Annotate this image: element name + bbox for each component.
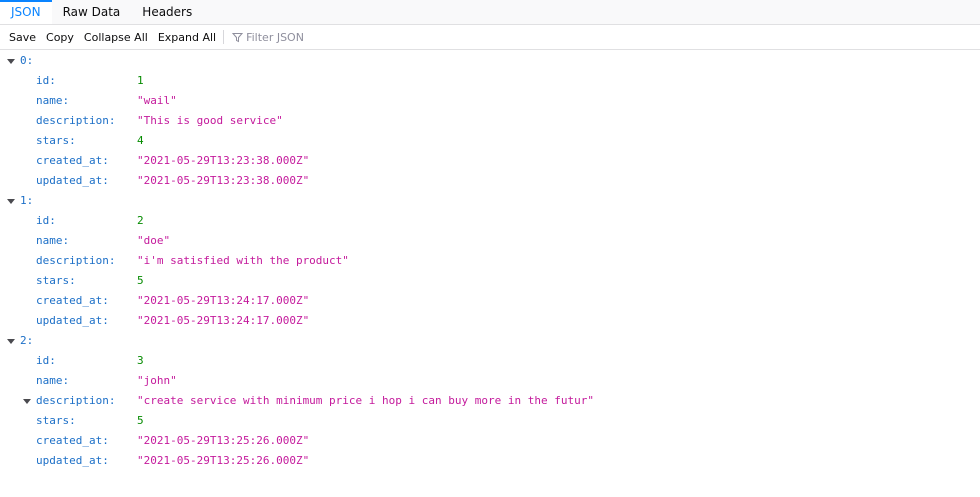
field-key: stars: <box>36 134 76 147</box>
field-key: name: <box>36 374 70 387</box>
field-value: "2021-05-29T13:24:17.000Z" <box>137 294 310 307</box>
field-key: updated_at: <box>36 454 109 467</box>
field-row: updated_at: "2021-05-29T13:23:38.000Z" <box>0 171 980 191</box>
filter-funnel-icon <box>232 32 244 42</box>
field-key: id: <box>36 354 56 367</box>
record-index: 1: <box>20 194 34 207</box>
field-key: stars: <box>36 414 76 427</box>
field-row: created_at: "2021-05-29T13:23:38.000Z" <box>0 151 980 171</box>
field-key: description: <box>36 254 116 267</box>
field-row: stars: 5 <box>0 271 980 291</box>
field-key: description: <box>36 114 116 127</box>
collapse-all-button[interactable]: Collapse All <box>79 31 153 44</box>
field-value: "create service with minimum price i hop… <box>137 394 594 407</box>
field-key: id: <box>36 214 56 227</box>
tab-headers[interactable]: Headers <box>131 0 203 24</box>
field-row: description: "This is good service" <box>0 111 980 131</box>
field-row: id: 1 <box>0 71 980 91</box>
field-row: name: "john" <box>0 371 980 391</box>
field-key: updated_at: <box>36 174 109 187</box>
toolbar-divider <box>223 30 225 44</box>
field-value: "2021-05-29T13:25:26.000Z" <box>137 434 310 447</box>
field-key: created_at: <box>36 154 109 167</box>
record-index: 0: <box>20 54 34 67</box>
field-value: "2021-05-29T13:23:38.000Z" <box>137 154 310 167</box>
field-key: id: <box>36 74 56 87</box>
save-button[interactable]: Save <box>4 31 41 44</box>
field-value: "john" <box>137 374 177 387</box>
field-row: id: 3 <box>0 351 980 371</box>
field-value: "2021-05-29T13:25:26.000Z" <box>137 454 310 467</box>
field-value: "2021-05-29T13:23:38.000Z" <box>137 174 310 187</box>
field-key: created_at: <box>36 434 109 447</box>
field-value: 1 <box>137 74 144 87</box>
field-value: 4 <box>137 134 144 147</box>
json-toolbar: Save Copy Collapse All Expand All <box>0 25 980 50</box>
field-key: name: <box>36 94 70 107</box>
field-row: name: "wail" <box>0 91 980 111</box>
field-key: updated_at: <box>36 314 109 327</box>
filter-json-input[interactable] <box>246 30 397 44</box>
field-row: name: "doe" <box>0 231 980 251</box>
field-value: "i'm satisfied with the product" <box>137 254 349 267</box>
expand-toggle-icon[interactable] <box>7 59 15 64</box>
tab-json[interactable]: JSON <box>0 0 52 24</box>
expand-toggle-icon[interactable] <box>7 339 15 344</box>
tab-bar: JSON Raw Data Headers <box>0 0 980 25</box>
field-value: 5 <box>137 414 144 427</box>
field-value: "wail" <box>137 94 177 107</box>
field-row: description: "i'm satisfied with the prod… <box>0 251 980 271</box>
expand-all-button[interactable]: Expand All <box>153 31 221 44</box>
record-row[interactable]: 0: <box>0 51 980 71</box>
field-row: updated_at: "2021-05-29T13:25:26.000Z" <box>0 451 980 471</box>
field-value: 3 <box>137 354 144 367</box>
json-tree: 0: id: 1 name: "wail" description: "This is… <box>0 50 980 471</box>
field-key: description: <box>36 394 116 407</box>
field-key: created_at: <box>36 294 109 307</box>
field-key: name: <box>36 234 70 247</box>
field-row: stars: 5 <box>0 411 980 431</box>
field-value: "doe" <box>137 234 171 247</box>
field-key: stars: <box>36 274 76 287</box>
filter-box[interactable] <box>228 27 432 47</box>
tab-raw-data[interactable]: Raw Data <box>52 0 132 24</box>
expand-toggle-icon[interactable] <box>7 199 15 204</box>
record-row[interactable]: 2: <box>0 331 980 351</box>
expand-toggle-icon[interactable] <box>23 399 31 404</box>
field-value: 2 <box>137 214 144 227</box>
record-index: 2: <box>20 334 34 347</box>
field-row: stars: 4 <box>0 131 980 151</box>
copy-button[interactable]: Copy <box>41 31 79 44</box>
field-row: id: 2 <box>0 211 980 231</box>
field-row[interactable]: description: "create service with minimum… <box>0 391 980 411</box>
field-value: 5 <box>137 274 144 287</box>
field-row: updated_at: "2021-05-29T13:24:17.000Z" <box>0 311 980 331</box>
field-row: created_at: "2021-05-29T13:24:17.000Z" <box>0 291 980 311</box>
record-row[interactable]: 1: <box>0 191 980 211</box>
field-value: "2021-05-29T13:24:17.000Z" <box>137 314 310 327</box>
field-value: "This is good service" <box>137 114 283 127</box>
field-row: created_at: "2021-05-29T13:25:26.000Z" <box>0 431 980 451</box>
